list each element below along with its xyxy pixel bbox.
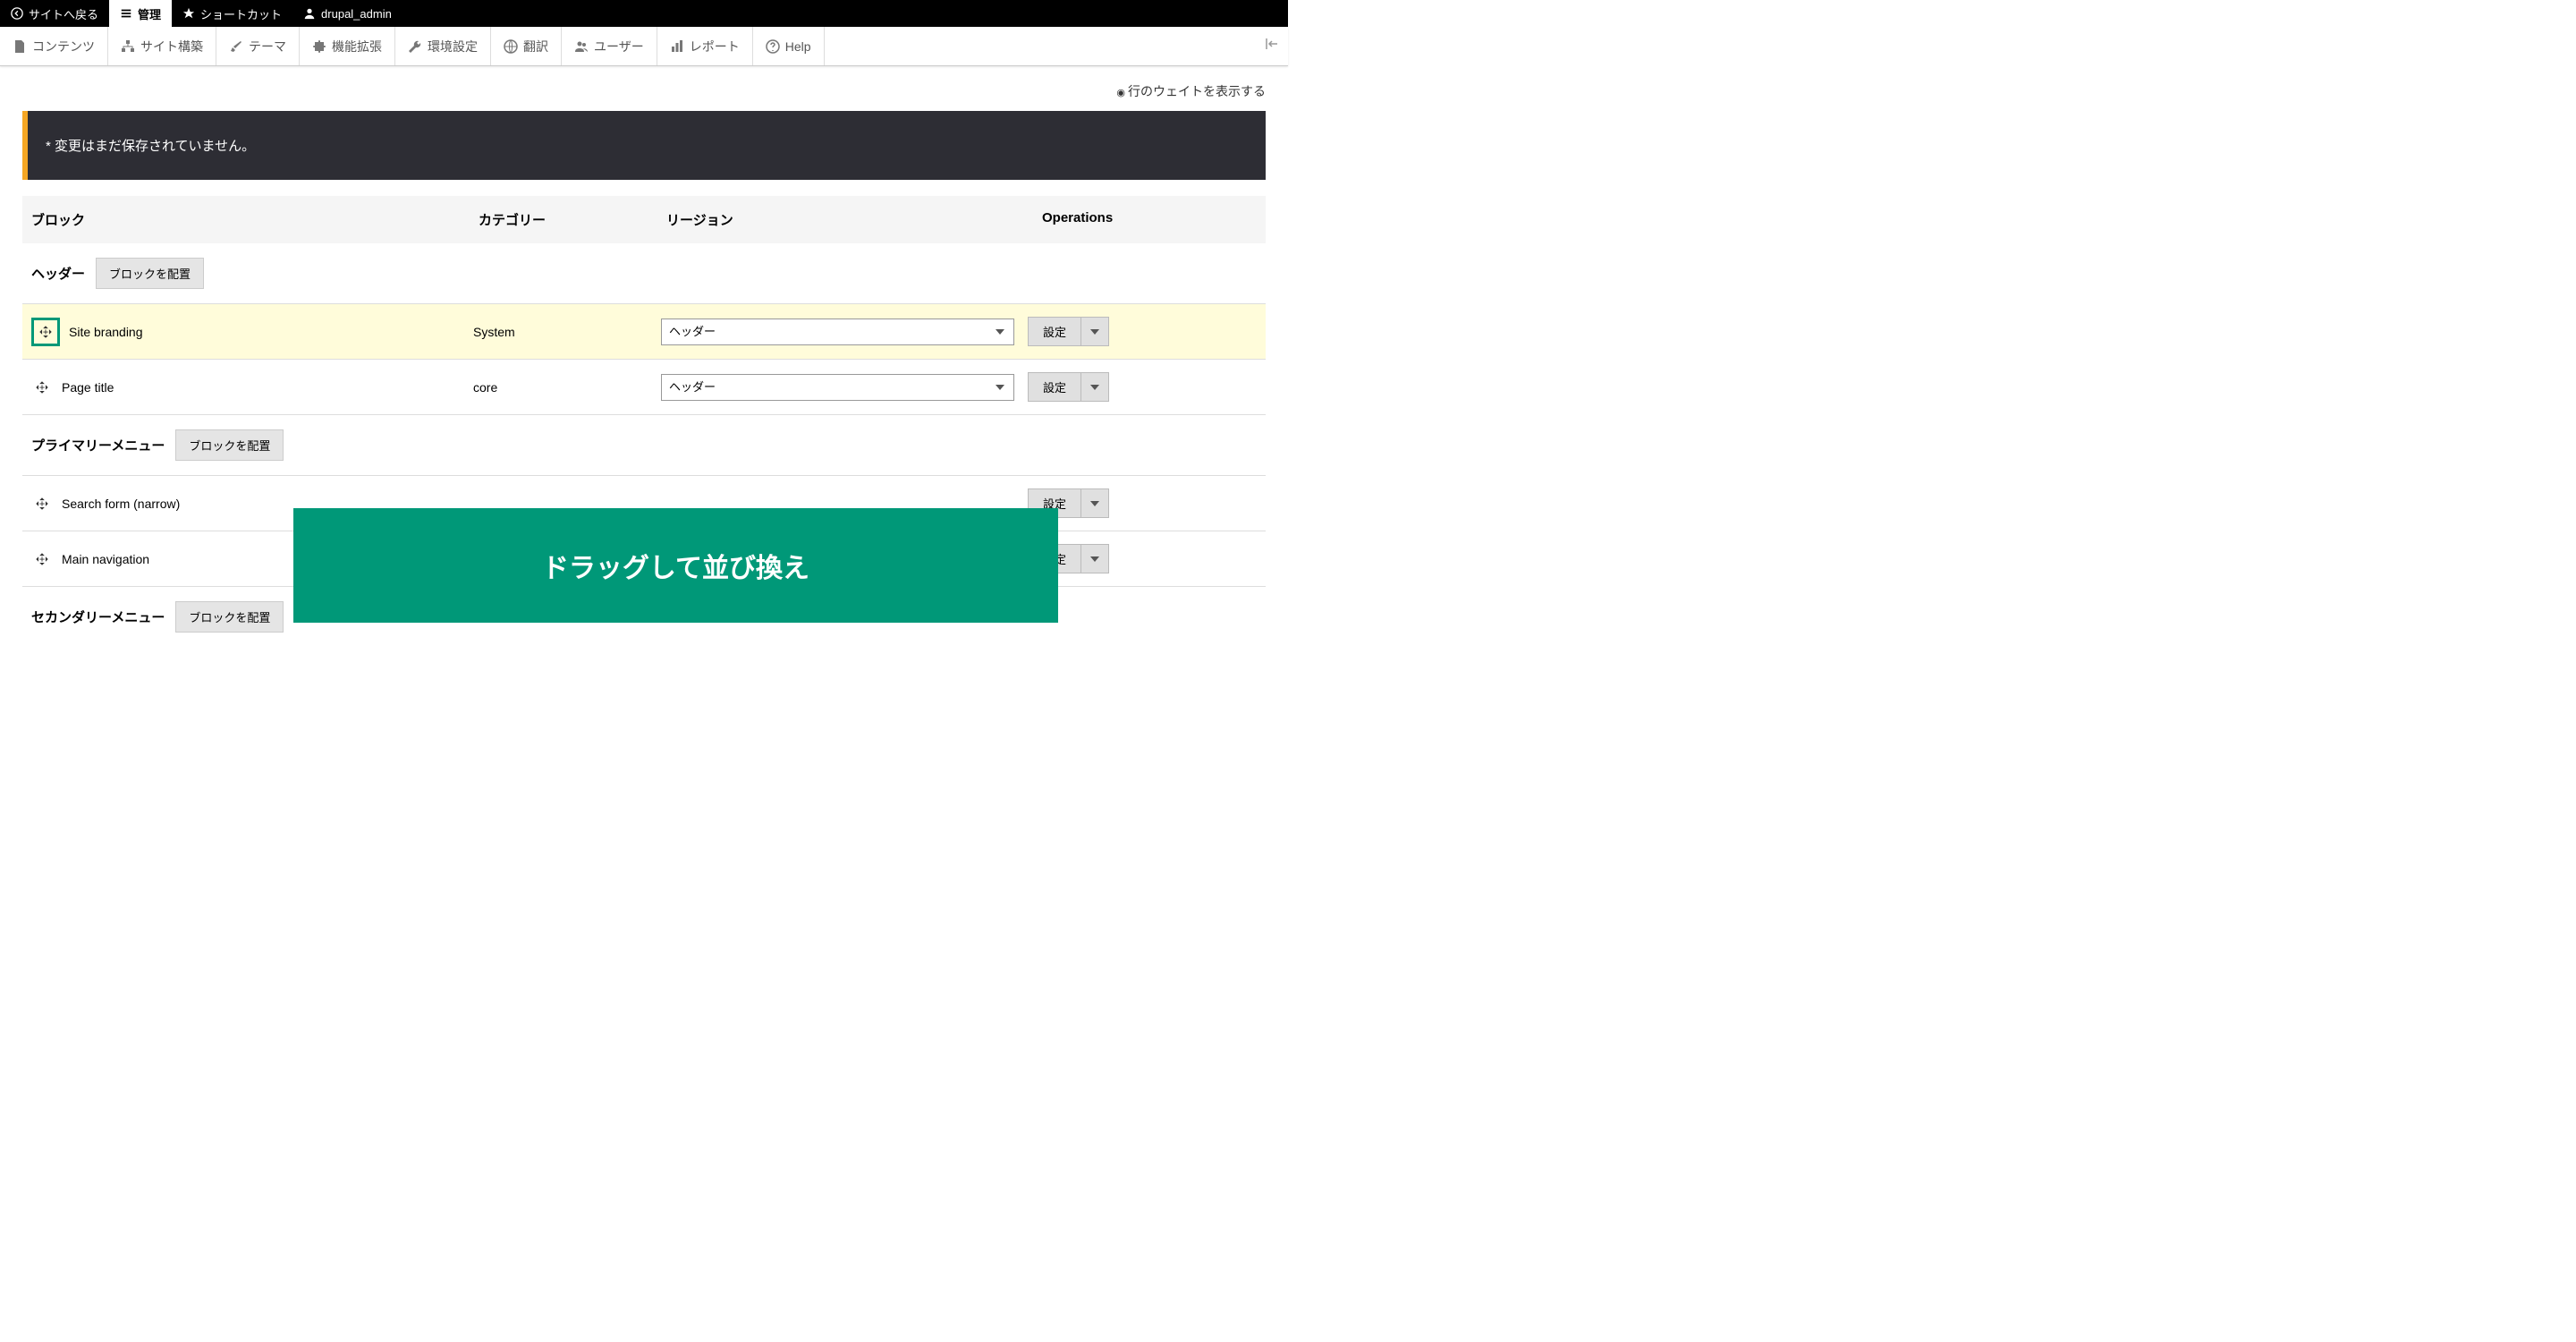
shortcut-link[interactable]: ショートカット [172,0,292,27]
header-region: リージョン [666,210,1042,229]
nav-reports[interactable]: レポート [657,27,753,65]
nav-theme[interactable]: テーマ [216,27,300,65]
chevron-down-icon [1090,501,1099,506]
show-row-weights-link[interactable]: 行のウェイトを表示する [22,66,1266,111]
move-icon [39,326,52,338]
overlay-text: ドラッグして並び換え [542,546,809,585]
ops-dropdown[interactable] [1081,488,1109,518]
warning-text: * 変更はまだ保存されていません。 [46,139,255,154]
nav-content-label: コンテンツ [32,38,95,55]
globe-icon [504,39,518,54]
manage-link[interactable]: 管理 [109,0,172,27]
region-title: ヘッダー [31,264,85,283]
place-block-button[interactable]: ブロックを配置 [175,601,284,633]
nav-extend[interactable]: 機能拡張 [300,27,395,65]
region-title: プライマリーメニュー [31,436,165,454]
block-name: Site branding [69,325,473,339]
region-primary-menu: プライマリーメニュー ブロックを配置 [22,415,1266,476]
ops-dropdown[interactable] [1081,372,1109,402]
user-label: drupal_admin [321,7,392,21]
nav-structure[interactable]: サイト構築 [108,27,216,65]
move-icon [36,381,48,394]
nav-translate-label: 翻訳 [523,38,548,55]
block-row-page-title: Page title core ヘッダー 設定 [22,360,1266,415]
ops-dropdown[interactable] [1081,317,1109,346]
star-icon [182,7,195,20]
move-icon [36,497,48,510]
region-select[interactable]: ヘッダー [661,319,1014,345]
chart-icon [670,39,684,54]
drag-handle[interactable] [31,318,60,346]
nav-reports-label: レポート [690,38,740,55]
back-label: サイトへ戻る [29,5,98,22]
block-category: core [473,380,661,395]
drag-handle[interactable] [31,493,53,514]
users-icon [574,39,589,54]
region-select[interactable]: ヘッダー [661,374,1014,401]
place-block-button[interactable]: ブロックを配置 [96,258,204,289]
nav-help[interactable]: Help [753,27,825,65]
block-operations: 設定 [1028,317,1109,346]
user-icon [303,7,316,20]
place-block-button[interactable]: ブロックを配置 [175,429,284,461]
back-icon [11,7,23,20]
wrench-icon [408,39,422,54]
puzzle-icon [312,39,326,54]
chevron-down-icon [1090,385,1099,390]
header-category: カテゴリー [479,210,666,229]
settings-button[interactable]: 設定 [1028,372,1081,402]
move-icon [36,553,48,565]
region-title: セカンダリーメニュー [31,607,165,626]
settings-button[interactable]: 設定 [1028,317,1081,346]
drag-handle[interactable] [31,548,53,570]
nav-theme-label: テーマ [249,38,286,55]
shortcut-label: ショートカット [200,5,282,22]
manage-label: 管理 [138,5,161,22]
header-block: ブロック [31,210,479,229]
nav-users[interactable]: ユーザー [562,27,657,65]
block-row-site-branding: Site branding System ヘッダー 設定 [22,304,1266,360]
document-icon [13,39,27,54]
chevron-down-icon [1090,556,1099,562]
instruction-overlay: ドラッグして並び換え [293,508,1058,623]
help-icon [766,39,780,54]
nav-users-label: ユーザー [594,38,644,55]
block-operations: 設定 [1028,372,1109,402]
block-category: System [473,325,661,339]
brush-icon [229,39,243,54]
collapse-icon [1265,37,1279,51]
user-link[interactable]: drupal_admin [292,0,402,27]
table-header: ブロック カテゴリー リージョン Operations [22,196,1266,243]
block-region-cell: ヘッダー [661,374,1028,401]
chevron-down-icon [1090,329,1099,335]
region-header: ヘッダー ブロックを配置 [22,243,1266,304]
collapse-toolbar[interactable] [1256,37,1288,55]
block-region-cell: ヘッダー [661,319,1028,345]
nav-config-label: 環境設定 [428,38,478,55]
weight-link-label: 行のウェイトを表示する [1128,84,1266,98]
ops-dropdown[interactable] [1081,544,1109,573]
unsaved-changes-warning: * 変更はまだ保存されていません。 [22,111,1266,180]
admin-toolbar: コンテンツ サイト構築 テーマ 機能拡張 環境設定 翻訳 ユーザー レポート H… [0,27,1288,66]
nav-extend-label: 機能拡張 [332,38,382,55]
structure-icon [121,39,135,54]
drag-handle[interactable] [31,377,53,398]
nav-content[interactable]: コンテンツ [0,27,108,65]
block-name: Page title [62,380,473,395]
nav-translate[interactable]: 翻訳 [491,27,562,65]
menu-icon [120,7,132,20]
top-toolbar: サイトへ戻る 管理 ショートカット drupal_admin [0,0,1288,27]
header-operations: Operations [1042,210,1257,229]
nav-structure-label: サイト構築 [140,38,203,55]
back-to-site-link[interactable]: サイトへ戻る [0,0,109,27]
nav-config[interactable]: 環境設定 [395,27,491,65]
nav-help-label: Help [785,39,811,54]
